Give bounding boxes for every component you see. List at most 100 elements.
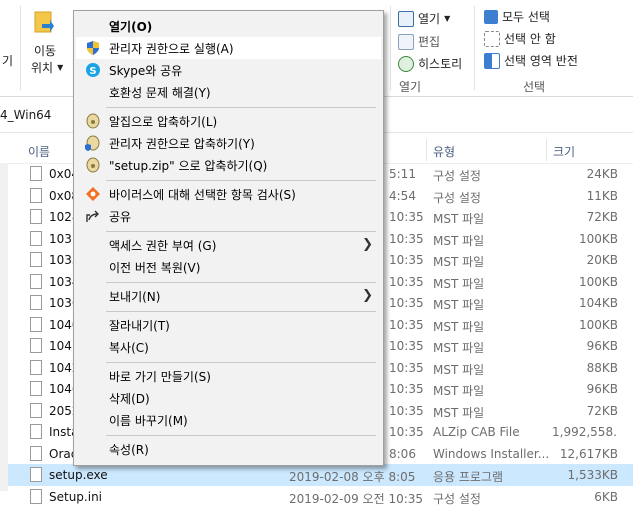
file-type: MST 파일 [433, 298, 485, 312]
chevron-down-icon: ▼ [444, 14, 451, 23]
menu-item-label: 관리자 권한으로 압축하기(Y) [109, 137, 255, 151]
menu-item-delete[interactable]: 삭제(D) [76, 387, 381, 409]
file-icon [30, 424, 42, 439]
file-size: 96KB [586, 339, 618, 353]
invert-selection-button[interactable]: 선택 영역 반전 [484, 52, 578, 69]
file-size: 72KB [586, 210, 618, 224]
menu-item-virus-scan[interactable]: 바이러스에 대해 선택한 항목 검사(S) [76, 183, 381, 205]
alzip-admin-icon [85, 135, 100, 151]
menu-separator [106, 180, 376, 181]
file-type: Windows Installer... [433, 446, 549, 461]
menu-separator [106, 107, 376, 108]
file-date: 4:54 [389, 188, 416, 203]
file-size: 12,617KB [559, 446, 618, 461]
file-date: 10:35 [389, 382, 424, 396]
menu-item-label: 액세스 권한 부여 (G) [109, 239, 217, 253]
file-size: 96KB [586, 382, 618, 396]
file-type: 구성 설정 [433, 491, 481, 506]
move-to-label-line2[interactable]: 위치 ▼ [31, 59, 63, 76]
file-row[interactable]: Setup.ini 2019-02-09 오전 10:35 구성 설정 6KB [0, 486, 633, 508]
file-icon [30, 402, 42, 418]
edit-icon [398, 33, 414, 50]
file-date: 10:35 [389, 425, 424, 439]
file-date: 10:35 [389, 231, 424, 246]
file-type: ALZip CAB File [433, 425, 520, 439]
file-size: 100KB [578, 274, 618, 289]
file-date: 10:35 [389, 317, 424, 332]
menu-item-grant-access[interactable]: 액세스 권한 부여 (G) ❯ [76, 234, 381, 256]
menu-item-copy[interactable]: 복사(C) [76, 336, 381, 358]
file-name: setup.exe [49, 468, 108, 482]
file-type: 응용 프로그램 [433, 470, 504, 484]
file-name: Setup.ini [49, 489, 103, 504]
skype-icon: S [86, 63, 100, 77]
move-to-button[interactable] [34, 8, 54, 34]
menu-separator [106, 282, 376, 283]
file-date: 10:35 [389, 253, 424, 267]
menu-item-create-shortcut[interactable]: 바로 가기 만들기(S) [76, 365, 381, 387]
menu-separator [106, 435, 376, 436]
column-separator[interactable] [426, 139, 427, 161]
file-size: 1,992,558... [552, 425, 618, 439]
menu-item-label: 보내기(N) [109, 290, 161, 304]
file-icon [30, 467, 42, 482]
file-date: 8:06 [389, 446, 416, 461]
file-size: 20KB [586, 253, 618, 267]
menu-item-label: 알집으로 압축하기(L) [109, 115, 218, 129]
scrollbar[interactable] [0, 163, 8, 491]
menu-item-cut[interactable]: 잘라내기(T) [76, 314, 381, 336]
file-date: 10:35 [389, 274, 424, 289]
invert-selection-icon [484, 52, 500, 69]
file-size: 6KB [594, 489, 618, 504]
file-icon [30, 316, 42, 332]
move-to-label[interactable]: 이동 [34, 42, 56, 59]
menu-item-share[interactable]: 공유 [76, 205, 381, 227]
menu-item-run-as-admin[interactable]: 관리자 권한으로 실행(A) [76, 37, 381, 59]
menu-separator [106, 231, 376, 232]
address-path[interactable]: 4_Win64 [0, 108, 51, 122]
menu-item-send-to[interactable]: 보내기(N) ❯ [76, 285, 381, 307]
menu-item-compat-troubleshoot[interactable]: 호환성 문제 해결(Y) [76, 81, 381, 103]
history-button[interactable]: 히스토리 [398, 55, 462, 72]
menu-separator [106, 362, 376, 363]
menu-item-label: 열기(O) [109, 20, 153, 34]
select-all-button[interactable]: 모두 선택 [484, 8, 550, 25]
column-name[interactable]: 이름 [28, 143, 50, 160]
open-group-label: 열기 [399, 80, 422, 94]
menu-item-label: "setup.zip" 으로 압축하기(Q) [109, 159, 268, 173]
menu-item-rename[interactable]: 이름 바꾸기(M) [76, 409, 381, 431]
open-button[interactable]: 열기 ▼ [398, 10, 450, 27]
menu-item-alzip-admin[interactable]: 관리자 권한으로 압축하기(Y) [76, 132, 381, 154]
file-row[interactable]: setup.exe 2019-02-08 오후 8:05 응용 프로그램 1,533K… [0, 464, 633, 486]
file-icon [30, 230, 42, 246]
chevron-down-icon: ▼ [57, 63, 64, 72]
column-separator[interactable] [546, 139, 547, 161]
menu-item-label: 이전 버전 복원(V) [109, 261, 201, 275]
ribbon-separator [474, 6, 475, 90]
edit-button[interactable]: 편집 [398, 33, 440, 50]
folder-arrow-icon [34, 11, 54, 33]
menu-item-properties[interactable]: 속성(R) [76, 438, 381, 460]
menu-item-restore-versions[interactable]: 이전 버전 복원(V) [76, 256, 381, 278]
file-type: MST 파일 [433, 276, 485, 291]
file-icon [30, 359, 42, 375]
menu-item-label: 관리자 권한으로 실행(A) [109, 42, 234, 56]
column-type[interactable]: 유형 [433, 143, 455, 160]
file-size: 100KB [578, 317, 618, 332]
file-size: 72KB [586, 403, 618, 418]
select-none-button[interactable]: 선택 안 함 [484, 30, 556, 47]
column-size[interactable]: 크기 [553, 143, 575, 160]
menu-item-open[interactable]: 열기(O) [76, 15, 381, 37]
file-date: 10:35 [389, 210, 424, 224]
menu-item-skype-share[interactable]: S Skype와 공유 [76, 59, 381, 81]
file-size: 11KB [586, 188, 618, 203]
history-icon [398, 55, 414, 72]
menu-item-label: 바로 가기 만들기(S) [109, 370, 211, 384]
file-icon [30, 252, 42, 267]
menu-separator [106, 311, 376, 312]
menu-item-alzip-compress[interactable]: 알집으로 압축하기(L) [76, 110, 381, 132]
svg-text:S: S [89, 66, 96, 77]
menu-item-compress-zip[interactable]: "setup.zip" 으로 압축하기(Q) [76, 154, 381, 176]
select-all-icon [484, 9, 498, 24]
file-type: MST 파일 [433, 255, 485, 269]
